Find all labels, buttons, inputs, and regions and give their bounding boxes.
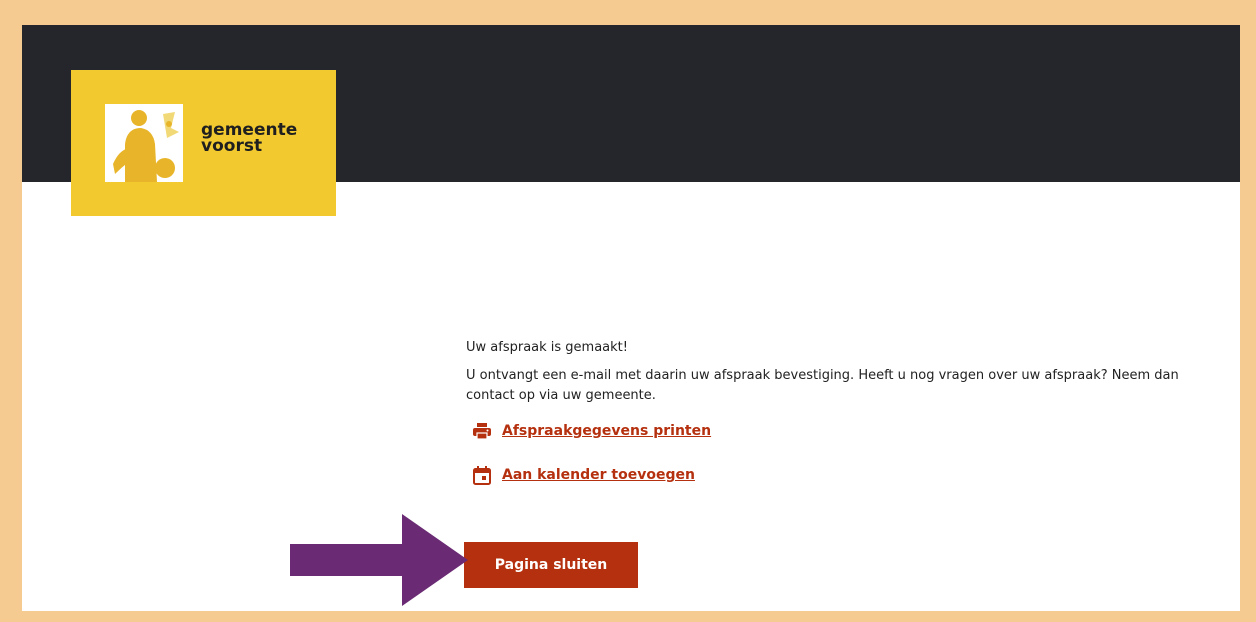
add-to-calendar-link[interactable]: Aan kalender toevoegen (502, 467, 695, 483)
confirmation-content: Uw afspraak is gemaakt! U ontvangt een e… (466, 338, 1206, 486)
print-link-row[interactable]: Afspraakgegevens printen (466, 420, 1206, 442)
printer-icon (473, 423, 491, 440)
confirmation-title: Uw afspraak is gemaakt! (466, 340, 628, 355)
gemeente-voorst-logo[interactable]: gemeente voorst (71, 70, 336, 216)
confirmation-body: U ontvangt een e-mail met daarin uw afsp… (466, 368, 1179, 403)
page-frame: gemeente voorst Uw afspraak is gemaakt! … (22, 25, 1240, 611)
logo-figure-icon (105, 104, 183, 182)
calendar-icon (473, 466, 491, 485)
print-appointment-link[interactable]: Afspraakgegevens printen (502, 423, 711, 439)
calendar-link-row[interactable]: Aan kalender toevoegen (466, 464, 1206, 486)
logo-line-2: voorst (201, 136, 263, 156)
arrow-right-icon (290, 514, 468, 606)
close-page-button[interactable]: Pagina sluiten (464, 542, 638, 588)
logo-text: gemeente voorst (201, 122, 297, 156)
